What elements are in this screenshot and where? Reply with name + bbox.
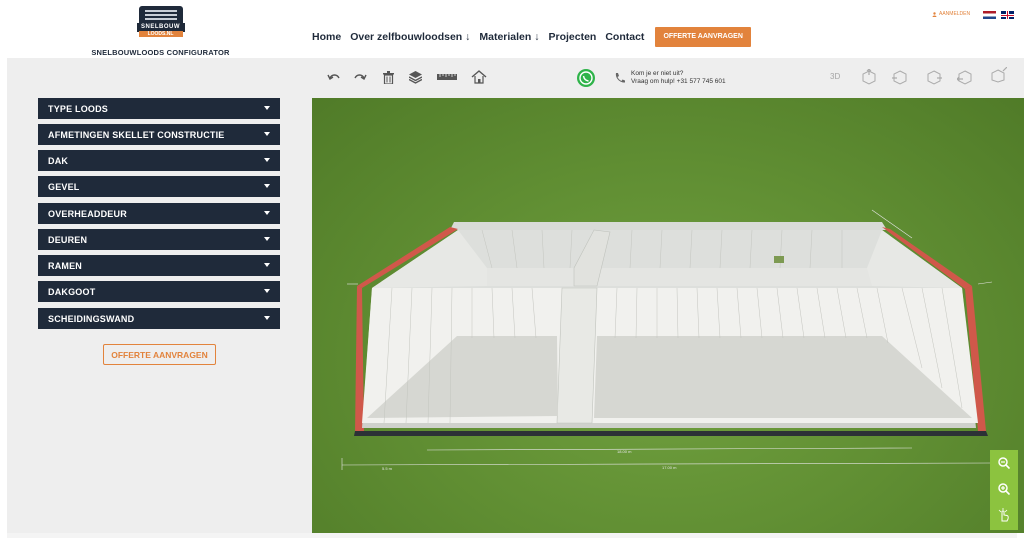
caret-down-icon (264, 316, 270, 320)
zoom-in-button[interactable] (990, 476, 1018, 502)
house-icon (471, 70, 487, 84)
header-quote-button[interactable]: OFFERTE AANVRAGEN (655, 27, 751, 47)
nav-projecten[interactable]: Projecten (548, 31, 596, 43)
nav-over-zelfbouwloodsen[interactable]: Over zelfbouwloodsen ↓ (350, 31, 470, 43)
ruler-icon (437, 74, 457, 80)
help-block: Kom je er niet uit? Vraag om hulp! +31 5… (576, 66, 776, 90)
section-label: TYPE LOODS (48, 103, 109, 114)
view-back-icon[interactable] (957, 69, 973, 85)
logo-badge: SNELBOUW LOODS.NL (136, 6, 185, 38)
pointer-icon (998, 508, 1009, 522)
view-right-icon[interactable] (926, 69, 942, 85)
3d-viewport[interactable]: 5.5 m 17.00 m 18.00 m (312, 98, 1024, 533)
logo-badge-line2: LOODS.NL (138, 31, 183, 37)
zoom-out-button[interactable] (990, 450, 1018, 476)
nav-materialen[interactable]: Materialen ↓ (479, 31, 539, 43)
flag-nl-icon[interactable] (983, 11, 996, 19)
viewer-toolbar: Kom je er niet uit? Vraag om hulp! +31 5… (312, 58, 1024, 98)
main-nav: Home Over zelfbouwloodsen ↓ Materialen ↓… (312, 26, 751, 48)
pointer-mode-button[interactable] (990, 502, 1018, 528)
section-dak[interactable]: DAK (38, 150, 280, 171)
caret-down-icon (264, 237, 270, 241)
layers-icon (408, 70, 422, 84)
help-line2[interactable]: Vraag om hulp! +31 577 745 601 (631, 78, 726, 85)
section-afmetingen[interactable]: AFMETINGEN SKELLET CONSTRUCTIE (38, 124, 280, 145)
dim-label-left: 5.5 m (382, 466, 393, 471)
view-left-icon[interactable] (991, 67, 1007, 83)
logo-text: SNELBOUWLOODS CONFIGURATOR (91, 48, 230, 57)
section-label: AFMETINGEN SKELLET CONSTRUCTIE (48, 129, 225, 140)
view-front-icon[interactable] (892, 69, 908, 85)
caret-down-icon (264, 106, 270, 110)
zoom-out-icon (998, 457, 1010, 469)
section-label: SCHEIDINGSWAND (48, 313, 135, 324)
login-label: AANMELDEN (939, 11, 971, 17)
shed-3d-model[interactable]: 5.5 m 17.00 m 18.00 m (312, 98, 1024, 533)
section-label: DAK (48, 155, 69, 166)
brand-logo[interactable]: SNELBOUW LOODS.NL SNELBOUWLOODS CONFIGUR… (88, 6, 233, 57)
undo-icon (327, 74, 340, 81)
section-label: RAMEN (48, 260, 82, 271)
zoom-in-icon (998, 483, 1010, 495)
page-footer-edge (7, 533, 1017, 538)
login-link[interactable]: AANMELDEN (932, 11, 970, 17)
nav-home[interactable]: Home (312, 31, 341, 43)
help-line1: Kom je er niet uit? (631, 70, 684, 77)
section-label: DAKGOOT (48, 286, 96, 297)
whatsapp-icon[interactable] (576, 68, 596, 88)
sidebar-quote-button[interactable]: OFFERTE AANVRAGEN (103, 344, 216, 365)
layers-button[interactable] (406, 68, 424, 86)
section-dakgoot[interactable]: DAKGOOT (38, 281, 280, 302)
dim-label-total: 17.00 m (662, 465, 677, 470)
view-top-icon[interactable] (861, 69, 877, 85)
trash-icon (382, 70, 394, 84)
undo-button[interactable] (325, 68, 343, 86)
config-sidebar: TYPE LOODS AFMETINGEN SKELLET CONSTRUCTI… (7, 58, 312, 533)
view-3d-button[interactable]: 3D (830, 72, 840, 81)
nav-contact[interactable]: Contact (605, 31, 644, 43)
section-gevel[interactable]: GEVEL (38, 176, 280, 197)
caret-down-icon (264, 132, 270, 136)
site-header: SNELBOUW LOODS.NL SNELBOUWLOODS CONFIGUR… (0, 0, 1024, 58)
app-root: SNELBOUW LOODS.NL SNELBOUWLOODS CONFIGUR… (0, 0, 1024, 538)
house-view-button[interactable] (470, 68, 488, 86)
logo-shed-icon (138, 6, 183, 24)
flag-uk-icon[interactable] (1001, 11, 1014, 19)
section-label: DEUREN (48, 234, 88, 245)
section-ramen[interactable]: RAMEN (38, 255, 280, 276)
caret-down-icon (264, 211, 270, 215)
caret-down-icon (264, 289, 270, 293)
section-deuren[interactable]: DEUREN (38, 229, 280, 250)
section-label: OVERHEADDEUR (48, 208, 127, 219)
section-overheaddeur[interactable]: OVERHEADDEUR (38, 203, 280, 224)
zoom-controls (990, 450, 1018, 530)
section-scheidingswand[interactable]: SCHEIDINGSWAND (38, 308, 280, 329)
phone-icon (615, 73, 625, 83)
measure-button[interactable] (436, 68, 458, 86)
user-icon (932, 11, 937, 17)
section-type-loods[interactable]: TYPE LOODS (38, 98, 280, 119)
delete-button[interactable] (379, 68, 397, 86)
caret-down-icon (264, 263, 270, 267)
redo-button[interactable] (351, 68, 369, 86)
redo-icon (354, 74, 367, 81)
caret-down-icon (264, 184, 270, 188)
caret-down-icon (264, 158, 270, 162)
dim-label-inner: 18.00 m (617, 449, 632, 454)
section-label: GEVEL (48, 181, 80, 192)
